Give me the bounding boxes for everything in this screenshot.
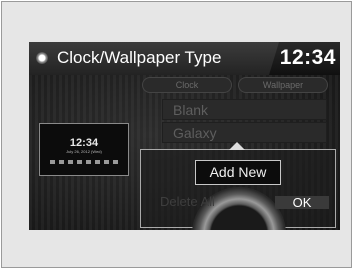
figure-frame: Clock/Wallpaper Type 12:34 12:34 July 26… [1,1,352,268]
ok-button[interactable]: OK [275,196,329,209]
type-tabs: Clock Wallpaper [142,77,330,93]
title-bar: Clock/Wallpaper Type 12:34 [29,42,340,75]
clock-time: 12:34 [279,46,336,69]
tab-clock[interactable]: Clock [142,77,232,93]
list-item-label: Galaxy [173,125,217,141]
delete-all-button[interactable]: Delete All [160,194,215,209]
list-item-blank[interactable]: Blank [162,99,327,120]
display-screen: Clock/Wallpaper Type 12:34 12:34 July 26… [29,42,340,230]
preview-dots [50,160,120,164]
page-title: Clock/Wallpaper Type [57,48,222,67]
list-item-galaxy[interactable]: Galaxy [162,122,327,143]
preview-date: July 26, 2012 (Wed) [66,149,102,154]
settings-dial-icon [36,52,48,64]
popup-pointer-icon [229,142,245,150]
preview-time: 12:34 [69,137,99,149]
list-item-label: Blank [173,102,209,118]
add-new-button[interactable]: Add New [195,160,281,185]
clock-area: 12:34 [269,42,340,75]
wallpaper-preview: 12:34 July 26, 2012 (Wed) [39,123,129,176]
tab-wallpaper[interactable]: Wallpaper [238,77,328,93]
